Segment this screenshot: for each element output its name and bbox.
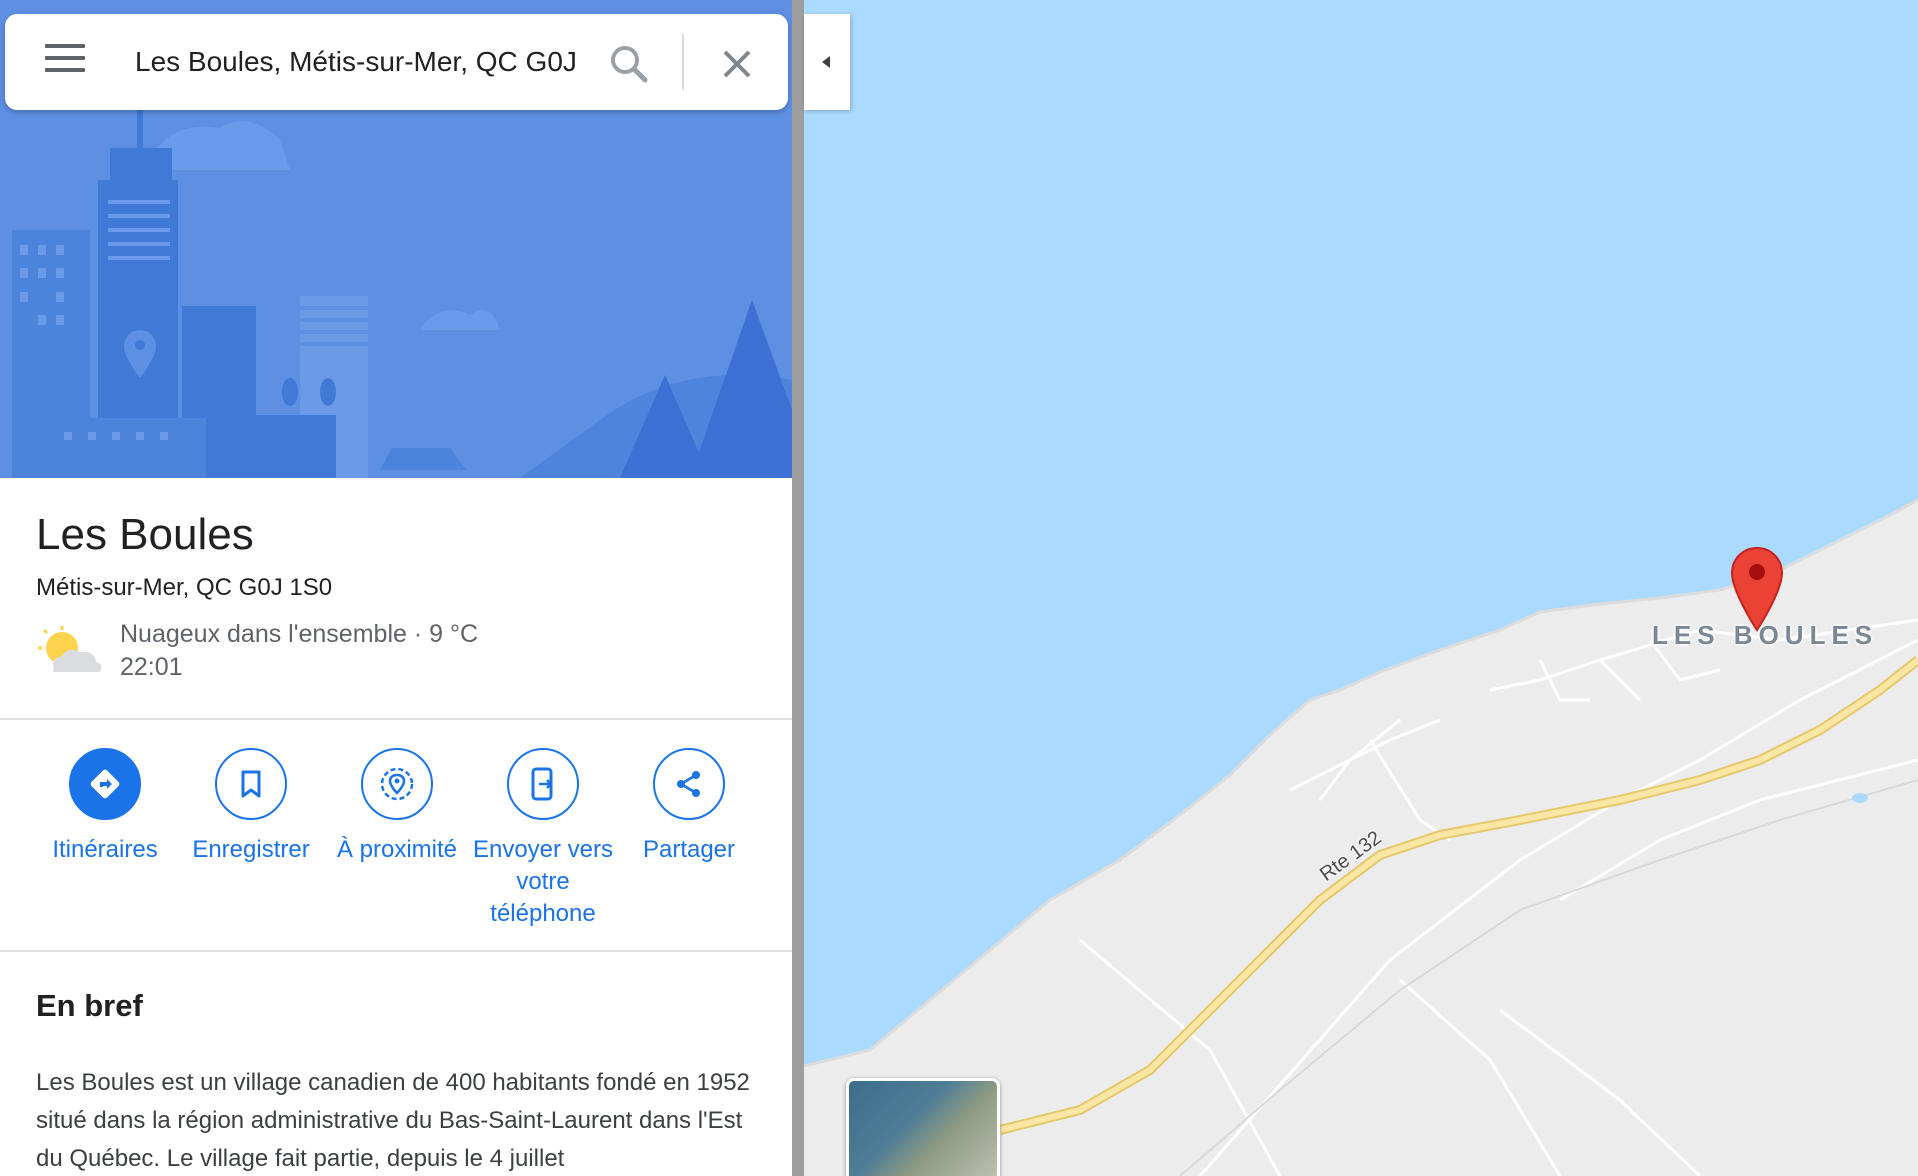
divider	[0, 950, 792, 952]
nearby-button[interactable]: À proximité	[322, 748, 472, 866]
search-input[interactable]	[135, 38, 583, 86]
about-text: Les Boules est un village canadien de 40…	[36, 1069, 750, 1172]
send-to-phone-button[interactable]: Envoyer vers votre téléphone	[468, 748, 618, 930]
place-address: Métis-sur-Mer, QC G0J 1S0	[36, 574, 333, 601]
hamburger-menu-icon[interactable]	[39, 44, 91, 80]
search-icon[interactable]	[605, 40, 653, 88]
send-to-phone-label: Envoyer vers votre téléphone	[472, 836, 614, 927]
search-box	[5, 14, 788, 110]
collapse-panel-button[interactable]	[804, 14, 850, 110]
location-pin-icon[interactable]	[1730, 546, 1784, 632]
bookmark-icon	[215, 748, 287, 820]
directions-label: Itinéraires	[52, 836, 158, 863]
partly-cloudy-icon	[34, 624, 104, 678]
place-panel: Les Boules Métis-sur-Mer, QC G0J 1S0 Nua…	[0, 0, 792, 1176]
send-to-phone-icon	[507, 748, 579, 820]
directions-icon	[69, 748, 141, 820]
directions-button[interactable]: Itinéraires	[30, 748, 180, 866]
close-icon[interactable]	[713, 40, 761, 88]
share-button[interactable]: Partager	[614, 748, 764, 866]
save-button[interactable]: Enregistrer	[176, 748, 326, 866]
about-title: En bref	[36, 988, 143, 1023]
save-label: Enregistrer	[192, 836, 310, 863]
panel-scrollbar[interactable]	[792, 0, 804, 1176]
nearby-icon	[361, 748, 433, 820]
satellite-layer-toggle[interactable]	[846, 1078, 1000, 1176]
nearby-label: À proximité	[336, 836, 458, 863]
weather-description: Nuageux dans l'ensemble · 9 °C	[120, 620, 479, 648]
search-divider	[682, 34, 684, 90]
caret-left-icon	[822, 56, 830, 68]
share-icon	[653, 748, 725, 820]
place-title: Les Boules	[36, 510, 254, 559]
weather-time: 22:01	[120, 653, 183, 681]
share-label: Partager	[642, 836, 736, 863]
divider	[0, 718, 792, 720]
